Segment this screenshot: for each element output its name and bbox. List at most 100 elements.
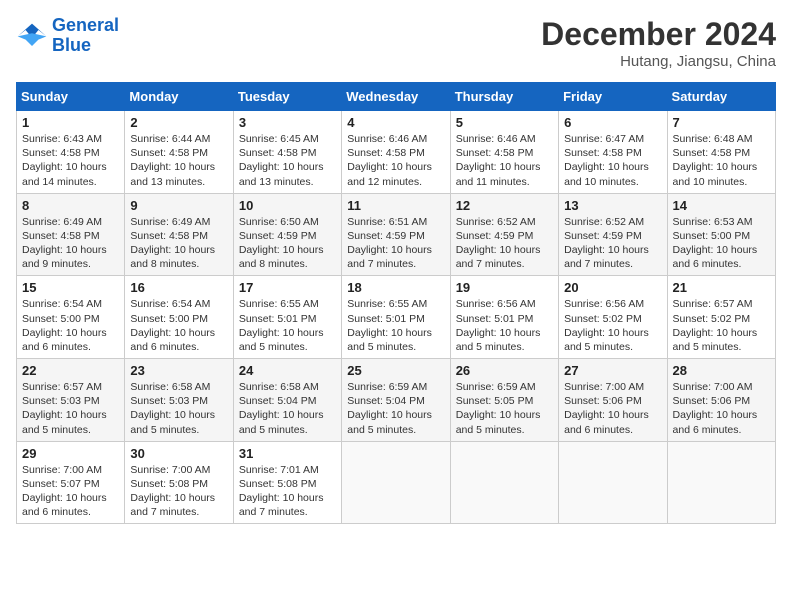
calendar-cell [450, 441, 558, 524]
day-number: 13 [564, 198, 661, 213]
calendar-cell: 4 Sunrise: 6:46 AM Sunset: 4:58 PM Daylig… [342, 111, 450, 194]
calendar-cell: 6Sunrise: 6:47 AM Sunset: 4:58 PM Daylig… [559, 111, 667, 194]
day-number: 16 [130, 280, 227, 295]
day-number: 5 [456, 115, 553, 130]
calendar-cell: 16 Sunrise: 6:54 AM Sunset: 5:00 PM Dayli… [125, 276, 233, 359]
calendar-cell: 20 Sunrise: 6:56 AM Sunset: 5:02 PM Dayli… [559, 276, 667, 359]
day-number: 1 [22, 115, 119, 130]
day-number: 20 [564, 280, 661, 295]
weekday-header-row: SundayMondayTuesdayWednesdayThursdayFrid… [17, 83, 776, 111]
calendar-cell: 31 Sunrise: 7:01 AM Sunset: 5:08 PM Dayli… [233, 441, 341, 524]
day-info: Sunrise: 6:56 AM Sunset: 5:02 PM Dayligh… [564, 297, 661, 354]
day-number: 25 [347, 363, 444, 378]
calendar-cell [667, 441, 775, 524]
weekday-header-saturday: Saturday [667, 83, 775, 111]
day-number: 17 [239, 280, 336, 295]
day-number: 3 [239, 115, 336, 130]
calendar-week-4: 22 Sunrise: 6:57 AM Sunset: 5:03 PM Dayli… [17, 359, 776, 442]
calendar-cell: 1 Sunrise: 6:43 AM Sunset: 4:58 PM Daylig… [17, 111, 125, 194]
calendar-cell: 30 Sunrise: 7:00 AM Sunset: 5:08 PM Dayli… [125, 441, 233, 524]
calendar-cell: 10 Sunrise: 6:50 AM Sunset: 4:59 PM Dayli… [233, 193, 341, 276]
day-info: Sunrise: 6:46 AM Sunset: 4:58 PM Dayligh… [347, 132, 444, 189]
location: Hutang, Jiangsu, China [541, 53, 776, 70]
day-info: Sunrise: 6:55 AM Sunset: 5:01 PM Dayligh… [347, 297, 444, 354]
day-info: Sunrise: 6:54 AM Sunset: 5:00 PM Dayligh… [130, 297, 227, 354]
day-info: Sunrise: 7:00 AM Sunset: 5:06 PM Dayligh… [673, 380, 770, 437]
calendar-cell: 13 Sunrise: 6:52 AM Sunset: 4:59 PM Dayli… [559, 193, 667, 276]
calendar-cell [342, 441, 450, 524]
day-info: Sunrise: 6:49 AM Sunset: 4:58 PM Dayligh… [130, 215, 227, 272]
day-number: 28 [673, 363, 770, 378]
day-info: Sunrise: 6:53 AM Sunset: 5:00 PM Dayligh… [673, 215, 770, 272]
calendar-table: SundayMondayTuesdayWednesdayThursdayFrid… [16, 82, 776, 524]
day-number: 22 [22, 363, 119, 378]
day-number: 31 [239, 446, 336, 461]
day-number: 19 [456, 280, 553, 295]
calendar-cell: 3 Sunrise: 6:45 AM Sunset: 4:58 PM Daylig… [233, 111, 341, 194]
day-info: Sunrise: 6:54 AM Sunset: 5:00 PM Dayligh… [22, 297, 119, 354]
logo: General Blue [16, 16, 119, 56]
calendar-week-2: 8 Sunrise: 6:49 AM Sunset: 4:58 PM Daylig… [17, 193, 776, 276]
day-info: Sunrise: 6:45 AM Sunset: 4:58 PM Dayligh… [239, 132, 336, 189]
page-header: General Blue December 2024 Hutang, Jiang… [16, 16, 776, 70]
calendar-cell: 27 Sunrise: 7:00 AM Sunset: 5:06 PM Dayli… [559, 359, 667, 442]
calendar-cell: 21Sunrise: 6:57 AM Sunset: 5:02 PM Dayli… [667, 276, 775, 359]
calendar-cell: 14 Sunrise: 6:53 AM Sunset: 5:00 PM Dayli… [667, 193, 775, 276]
day-number: 30 [130, 446, 227, 461]
calendar-cell: 5Sunrise: 6:46 AM Sunset: 4:58 PM Daylig… [450, 111, 558, 194]
day-info: Sunrise: 7:01 AM Sunset: 5:08 PM Dayligh… [239, 463, 336, 520]
weekday-header-thursday: Thursday [450, 83, 558, 111]
calendar-cell: 29 Sunrise: 7:00 AM Sunset: 5:07 PM Dayli… [17, 441, 125, 524]
calendar-header: SundayMondayTuesdayWednesdayThursdayFrid… [17, 83, 776, 111]
day-info: Sunrise: 6:59 AM Sunset: 5:04 PM Dayligh… [347, 380, 444, 437]
day-info: Sunrise: 7:00 AM Sunset: 5:08 PM Dayligh… [130, 463, 227, 520]
day-info: Sunrise: 6:52 AM Sunset: 4:59 PM Dayligh… [564, 215, 661, 272]
day-number: 14 [673, 198, 770, 213]
day-info: Sunrise: 6:55 AM Sunset: 5:01 PM Dayligh… [239, 297, 336, 354]
day-number: 9 [130, 198, 227, 213]
calendar-cell: 18 Sunrise: 6:55 AM Sunset: 5:01 PM Dayli… [342, 276, 450, 359]
day-info: Sunrise: 7:00 AM Sunset: 5:07 PM Dayligh… [22, 463, 119, 520]
day-info: Sunrise: 7:00 AM Sunset: 5:06 PM Dayligh… [564, 380, 661, 437]
calendar-cell: 23Sunrise: 6:58 AM Sunset: 5:03 PM Dayli… [125, 359, 233, 442]
day-info: Sunrise: 6:59 AM Sunset: 5:05 PM Dayligh… [456, 380, 553, 437]
day-info: Sunrise: 6:50 AM Sunset: 4:59 PM Dayligh… [239, 215, 336, 272]
day-number: 23 [130, 363, 227, 378]
calendar-body: 1 Sunrise: 6:43 AM Sunset: 4:58 PM Daylig… [17, 111, 776, 524]
calendar-cell: 2 Sunrise: 6:44 AM Sunset: 4:58 PM Daylig… [125, 111, 233, 194]
calendar-cell [559, 441, 667, 524]
weekday-header-sunday: Sunday [17, 83, 125, 111]
day-info: Sunrise: 6:43 AM Sunset: 4:58 PM Dayligh… [22, 132, 119, 189]
day-info: Sunrise: 6:47 AM Sunset: 4:58 PM Dayligh… [564, 132, 661, 189]
calendar-week-3: 15Sunrise: 6:54 AM Sunset: 5:00 PM Dayli… [17, 276, 776, 359]
day-number: 2 [130, 115, 227, 130]
day-info: Sunrise: 6:44 AM Sunset: 4:58 PM Dayligh… [130, 132, 227, 189]
calendar-cell: 8 Sunrise: 6:49 AM Sunset: 4:58 PM Daylig… [17, 193, 125, 276]
calendar-cell: 9 Sunrise: 6:49 AM Sunset: 4:58 PM Daylig… [125, 193, 233, 276]
weekday-header-tuesday: Tuesday [233, 83, 341, 111]
weekday-header-friday: Friday [559, 83, 667, 111]
title-block: December 2024 Hutang, Jiangsu, China [541, 16, 776, 70]
day-info: Sunrise: 6:57 AM Sunset: 5:02 PM Dayligh… [673, 297, 770, 354]
day-info: Sunrise: 6:49 AM Sunset: 4:58 PM Dayligh… [22, 215, 119, 272]
day-number: 4 [347, 115, 444, 130]
logo-text: General Blue [52, 16, 119, 56]
calendar-cell: 28 Sunrise: 7:00 AM Sunset: 5:06 PM Dayli… [667, 359, 775, 442]
day-number: 29 [22, 446, 119, 461]
day-info: Sunrise: 6:57 AM Sunset: 5:03 PM Dayligh… [22, 380, 119, 437]
day-number: 27 [564, 363, 661, 378]
day-number: 8 [22, 198, 119, 213]
calendar-cell: 11Sunrise: 6:51 AM Sunset: 4:59 PM Dayli… [342, 193, 450, 276]
calendar-week-1: 1 Sunrise: 6:43 AM Sunset: 4:58 PM Daylig… [17, 111, 776, 194]
day-info: Sunrise: 6:56 AM Sunset: 5:01 PM Dayligh… [456, 297, 553, 354]
calendar-cell: 7Sunrise: 6:48 AM Sunset: 4:58 PM Daylig… [667, 111, 775, 194]
day-info: Sunrise: 6:58 AM Sunset: 5:04 PM Dayligh… [239, 380, 336, 437]
day-info: Sunrise: 6:52 AM Sunset: 4:59 PM Dayligh… [456, 215, 553, 272]
day-info: Sunrise: 6:48 AM Sunset: 4:58 PM Dayligh… [673, 132, 770, 189]
day-number: 18 [347, 280, 444, 295]
calendar-cell: 15Sunrise: 6:54 AM Sunset: 5:00 PM Dayli… [17, 276, 125, 359]
day-number: 12 [456, 198, 553, 213]
day-number: 10 [239, 198, 336, 213]
day-number: 11 [347, 198, 444, 213]
logo-bird-icon [16, 22, 48, 50]
